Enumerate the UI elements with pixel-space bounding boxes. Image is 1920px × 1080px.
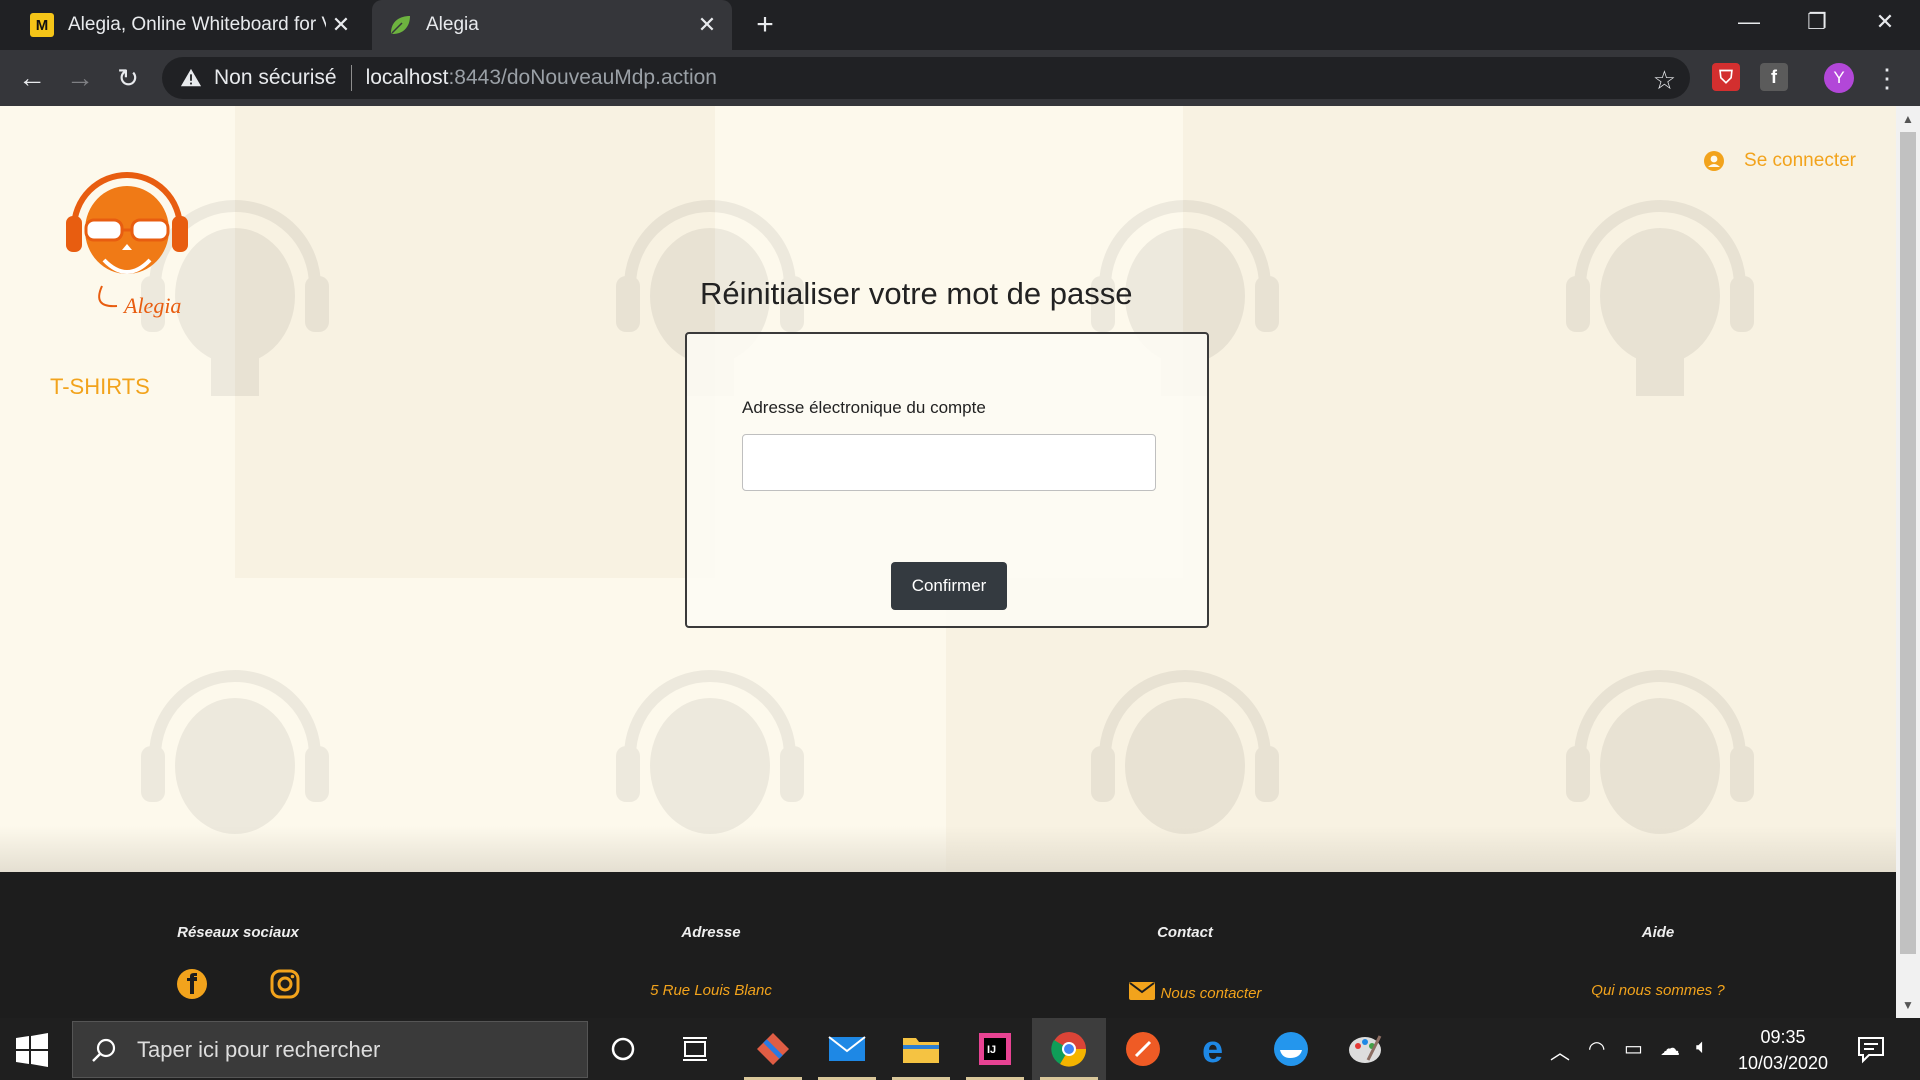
taskbar-app-explorer[interactable] bbox=[884, 1018, 958, 1080]
folder-icon bbox=[903, 1038, 939, 1063]
browser-toolbar: ← → ↻ Non sécurisé localhost :8443/doNou… bbox=[0, 50, 1920, 106]
footer-contact-link[interactable]: Nous contacter bbox=[1085, 982, 1305, 1002]
footer-address[interactable]: 5 Rue Louis Blanc bbox=[601, 982, 821, 999]
taskbar-app-chrome[interactable] bbox=[1032, 1018, 1106, 1080]
wifi-icon[interactable]: ◠ bbox=[1588, 1036, 1605, 1061]
miro-icon: M bbox=[30, 13, 54, 37]
task-view-icon[interactable] bbox=[672, 1026, 718, 1072]
docker-icon bbox=[1274, 1032, 1308, 1066]
security-label: Non sécurisé bbox=[214, 66, 337, 89]
clock-date: 10/03/2020 bbox=[1737, 1053, 1829, 1073]
forward-arrow-icon[interactable]: → bbox=[60, 58, 100, 98]
facebook-icon[interactable] bbox=[176, 968, 208, 1000]
user-circle-icon bbox=[1704, 151, 1725, 171]
new-tab-button[interactable]: + bbox=[748, 8, 782, 42]
taskbar-app-paint[interactable] bbox=[1328, 1018, 1402, 1080]
close-window-icon[interactable]: ✕ bbox=[1850, 0, 1920, 44]
bookmark-star-icon[interactable]: ☆ bbox=[1653, 65, 1676, 96]
git-icon bbox=[757, 1033, 789, 1065]
volume-icon[interactable]: 🔈︎ bbox=[1696, 1036, 1708, 1059]
profile-avatar[interactable]: Y bbox=[1824, 63, 1854, 93]
edge-icon: e bbox=[1202, 1030, 1223, 1068]
instagram-icon[interactable] bbox=[269, 968, 301, 1000]
action-center-icon[interactable] bbox=[1856, 1034, 1886, 1064]
reset-password-form: Adresse électronique du compte Confirmer bbox=[685, 332, 1209, 628]
envelope-icon bbox=[1128, 982, 1155, 1000]
close-tab-icon[interactable]: ✕ bbox=[326, 10, 356, 40]
login-label: Se connecter bbox=[1744, 150, 1856, 171]
mail-icon bbox=[828, 1036, 866, 1061]
footer-help-heading: Aide bbox=[1641, 924, 1675, 941]
taskbar-app-postman[interactable] bbox=[1106, 1018, 1180, 1080]
windows-start-icon[interactable] bbox=[14, 1032, 50, 1068]
nav-tshirts-link[interactable]: T-SHIRTS bbox=[50, 374, 150, 400]
skull-watermark-icon bbox=[1566, 200, 1754, 396]
tab-miro[interactable]: M Alegia, Online Whiteboard for Vi ✕ bbox=[14, 0, 366, 50]
url-host: localhost bbox=[365, 66, 449, 89]
browser-menu-icon[interactable]: ⋮ bbox=[1874, 58, 1900, 98]
divider bbox=[350, 65, 352, 91]
scroll-down-icon[interactable]: ▼ bbox=[1896, 994, 1920, 1016]
minimize-icon[interactable]: — bbox=[1714, 0, 1784, 44]
page-scrollbar[interactable]: ▲ ▼ bbox=[1896, 106, 1920, 1018]
intellij-icon: IJ bbox=[979, 1033, 1011, 1065]
svg-text:IJ: IJ bbox=[987, 1044, 996, 1056]
taskbar-app-edge[interactable]: e bbox=[1180, 1018, 1254, 1080]
svg-text:Alegia: Alegia bbox=[122, 293, 181, 318]
email-field[interactable] bbox=[742, 434, 1156, 491]
system-clock[interactable]: 09:35 10/03/2020 bbox=[1728, 1024, 1838, 1076]
tab-strip: M Alegia, Online Whiteboard for Vi ✕ Ale… bbox=[0, 0, 1920, 50]
login-link[interactable]: Se connecter bbox=[1704, 150, 1856, 172]
footer-social-heading: Réseaux sociaux bbox=[177, 924, 299, 941]
page-title: Réinitialiser votre mot de passe bbox=[700, 276, 1133, 311]
tray-chevron-icon[interactable]: ︿ bbox=[1550, 1036, 1570, 1065]
back-arrow-icon[interactable]: ← bbox=[12, 58, 52, 98]
search-icon bbox=[92, 1038, 116, 1062]
taskbar-app-intellij[interactable]: IJ bbox=[958, 1018, 1032, 1080]
taskbar-app-git[interactable] bbox=[736, 1018, 810, 1080]
footer-address-heading: Adresse bbox=[681, 924, 741, 941]
chrome-icon bbox=[1051, 1032, 1087, 1067]
taskbar-search[interactable]: Taper ici pour rechercher bbox=[72, 1021, 588, 1078]
site-footer: Réseaux sociaux Adresse 5 Rue Louis Blan… bbox=[0, 872, 1896, 1018]
scroll-up-icon[interactable]: ▲ bbox=[1896, 108, 1920, 130]
close-tab-icon[interactable]: ✕ bbox=[692, 10, 722, 40]
paint-palette-icon bbox=[1349, 1035, 1382, 1063]
onedrive-icon[interactable]: ☁ bbox=[1660, 1036, 1680, 1061]
background-fade bbox=[0, 826, 1896, 876]
battery-icon[interactable]: ▭ bbox=[1624, 1036, 1643, 1061]
restore-icon[interactable]: ❐ bbox=[1782, 0, 1852, 44]
footer-help-link[interactable]: Qui nous sommes ? bbox=[1548, 982, 1768, 999]
taskbar-app-docker[interactable] bbox=[1254, 1018, 1328, 1080]
url-path: :8443/doNouveauMdp.action bbox=[448, 66, 717, 89]
reload-icon[interactable]: ↻ bbox=[108, 58, 148, 98]
page-viewport: Alegia T-SHIRTS Se connecter Réinitialis… bbox=[0, 106, 1896, 1018]
address-bar[interactable]: Non sécurisé localhost :8443/doNouveauMd… bbox=[162, 57, 1690, 99]
clock-time: 09:35 bbox=[1760, 1027, 1806, 1047]
tab-alegia[interactable]: Alegia ✕ bbox=[372, 0, 732, 50]
windows-taskbar: Taper ici pour rechercher IJ e ︿ ◠ ▭ ☁ 🔈… bbox=[0, 1018, 1920, 1080]
pocket-extension-icon[interactable]: ⛉ bbox=[1712, 63, 1740, 91]
taskbar-app-mail[interactable] bbox=[810, 1018, 884, 1080]
confirm-button[interactable]: Confirmer bbox=[891, 562, 1007, 610]
facebook-extension-icon[interactable]: f bbox=[1760, 63, 1788, 91]
tab-title: Alegia bbox=[426, 14, 479, 35]
contact-label: Nous contacter bbox=[1160, 985, 1262, 1002]
warning-icon bbox=[180, 68, 202, 87]
cortana-icon[interactable] bbox=[600, 1026, 646, 1072]
leaf-icon bbox=[391, 16, 410, 34]
search-placeholder: Taper ici pour rechercher bbox=[137, 1036, 381, 1062]
footer-contact-heading: Contact bbox=[1157, 924, 1213, 941]
tab-title: Alegia, Online Whiteboard for Vi bbox=[68, 14, 326, 35]
background-tile bbox=[1183, 106, 1896, 578]
postman-icon bbox=[1126, 1032, 1160, 1066]
svg-text:e: e bbox=[1202, 1030, 1223, 1068]
alegia-logo[interactable]: Alegia bbox=[62, 158, 192, 318]
scrollbar-thumb[interactable] bbox=[1900, 132, 1916, 954]
email-label: Adresse électronique du compte bbox=[742, 398, 986, 417]
